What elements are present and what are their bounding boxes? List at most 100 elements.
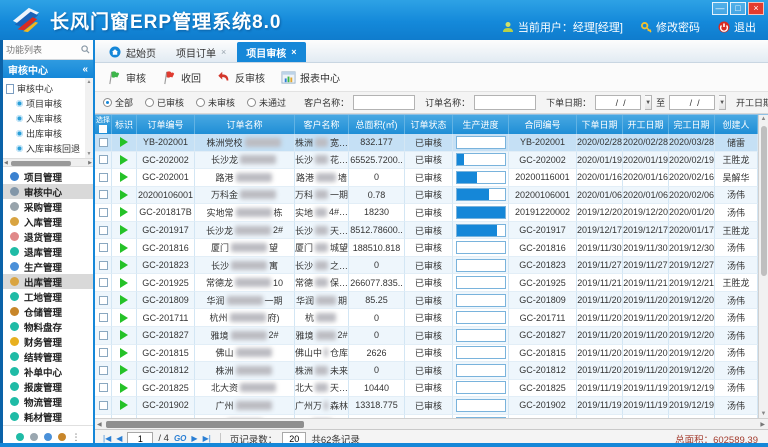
scroll-right-icon[interactable]: ▶	[88, 159, 92, 168]
scroll-up-icon[interactable]: ▲	[87, 79, 92, 85]
column-header-8[interactable]: 合同编号	[509, 115, 577, 134]
row-select-cell[interactable]	[95, 187, 112, 205]
close-button[interactable]: ×	[748, 2, 764, 15]
sidebar-menu-item[interactable]: 耗材管理	[3, 409, 93, 424]
tree-item[interactable]: 项目审核	[6, 96, 85, 111]
scroll-down-icon[interactable]: ▼	[759, 411, 768, 417]
change-password-button[interactable]: 修改密码	[641, 19, 700, 35]
tree-item[interactable]: 出库审核	[6, 126, 85, 141]
order-date-input[interactable]	[595, 95, 641, 110]
row-checkbox[interactable]	[99, 261, 108, 270]
table-row[interactable]: GC-201816 厦门望 厦门城望 188510.818 已审核 GC-201…	[95, 239, 758, 257]
sidebar-menu-item[interactable]: 物料盘存	[3, 319, 93, 334]
row-select-cell[interactable]	[95, 345, 112, 363]
table-row[interactable]: GC-201925 常德龙10 常德保… 266077.835.. 已审核 GC…	[95, 274, 758, 292]
column-header-7[interactable]: 生产进度	[453, 115, 509, 134]
radio-audited[interactable]: 已审核	[145, 96, 184, 109]
grid-horizontal-scrollbar[interactable]: ◀ ▶	[95, 418, 768, 429]
column-header-1[interactable]: 标识	[112, 115, 137, 134]
maximize-button[interactable]: □	[730, 2, 746, 15]
row-checkbox[interactable]	[99, 226, 108, 235]
sidebar-menu-item[interactable]: 退货管理	[3, 229, 93, 244]
table-row[interactable]: YB-202001 株洲党校 株洲宽… 832.177 已审核 YB-20200…	[95, 134, 758, 152]
table-row[interactable]: GC-201815 佛山 佛山中仓库 2626 已审核 GC-201815 20…	[95, 345, 758, 363]
column-header-12[interactable]: 创建人	[715, 115, 758, 134]
tree-vertical-scrollbar[interactable]: ▲ ▼	[85, 78, 93, 158]
scroll-left-icon[interactable]: ◀	[4, 159, 8, 168]
sidebar-menu-item[interactable]: 生产管理	[3, 259, 93, 274]
prev-page-button[interactable]: ◀	[116, 434, 122, 443]
dropdown-icon[interactable]: ▼	[645, 95, 652, 110]
sidebar-menu-item[interactable]: 审核中心	[3, 184, 93, 199]
row-checkbox[interactable]	[99, 278, 108, 287]
table-row[interactable]: GC-201809 华润一期 华润期 85.25 已审核 GC-201809 2…	[95, 292, 758, 310]
row-checkbox[interactable]	[99, 208, 108, 217]
sidebar-menu-item[interactable]: 报废管理	[3, 379, 93, 394]
row-checkbox[interactable]	[99, 313, 108, 322]
tab-home[interactable]: 起始页	[100, 42, 165, 62]
sidebar-footer-icon-2[interactable]	[30, 433, 38, 441]
table-row[interactable]: GC-201917 长沙龙2# 长沙天… 8512.78600.. 已审核 GC…	[95, 222, 758, 240]
radio-icon[interactable]	[196, 98, 205, 107]
row-select-cell[interactable]	[95, 274, 112, 292]
column-header-3[interactable]: 订单名称	[195, 115, 295, 134]
sidebar-footer-icon-1[interactable]	[16, 433, 24, 441]
minimize-button[interactable]: —	[712, 2, 728, 15]
column-header-10[interactable]: 开工日期	[623, 115, 669, 134]
radio-icon[interactable]	[103, 98, 112, 107]
row-checkbox[interactable]	[99, 348, 108, 357]
tree-item[interactable]: 入库审核回退	[6, 141, 85, 156]
row-checkbox[interactable]	[99, 190, 108, 199]
first-page-button[interactable]: |◀	[103, 434, 111, 443]
row-checkbox[interactable]	[99, 155, 108, 164]
tree-item[interactable]: 审核中心	[6, 81, 85, 96]
row-checkbox[interactable]	[99, 296, 108, 305]
retract-button[interactable]: 收回	[162, 70, 201, 85]
go-button[interactable]: GO	[174, 434, 186, 443]
tab-close-icon[interactable]: ×	[221, 47, 226, 57]
grid-vertical-scrollbar[interactable]: ▲ ▼	[758, 115, 768, 418]
sidebar-footer-icon-3[interactable]	[44, 433, 52, 441]
tree-scroll-thumb[interactable]	[11, 161, 71, 166]
sidebar-menu-item[interactable]: 结转管理	[3, 349, 93, 364]
table-row[interactable]: GC-201902 广州 广州万森林 13318.775 已审核 GC-2019…	[95, 397, 758, 415]
table-row[interactable]: GC-202001 路港 路港墙 0 已审核 20200116001 2020/…	[95, 169, 758, 187]
reverse-audit-button[interactable]: 反审核	[217, 70, 265, 85]
table-row[interactable]: GC-201817B 实地常栋 实地4#… 18230 已审核 20191220…	[95, 204, 758, 222]
sidebar-panel-header[interactable]: 审核中心 «	[3, 60, 93, 78]
row-checkbox[interactable]	[99, 331, 108, 340]
tab-project-audit[interactable]: 项目审核 ×	[237, 42, 305, 62]
row-select-cell[interactable]	[95, 362, 112, 380]
column-header-4[interactable]: 客户名称	[295, 115, 349, 134]
row-checkbox[interactable]	[99, 366, 108, 375]
column-header-5[interactable]: 总面积(㎡)	[349, 115, 405, 134]
radio-icon[interactable]	[145, 98, 154, 107]
radio-icon[interactable]	[247, 98, 256, 107]
row-select-cell[interactable]	[95, 292, 112, 310]
sidebar-menu-item[interactable]: 退库管理	[3, 244, 93, 259]
tree-horizontal-scrollbar[interactable]: ◀ ▶	[3, 158, 93, 167]
customer-name-input[interactable]	[353, 95, 415, 110]
row-select-cell[interactable]	[95, 134, 112, 152]
collapse-icon[interactable]: «	[82, 64, 88, 75]
row-checkbox[interactable]	[99, 383, 108, 392]
vertical-scroll-thumb[interactable]	[761, 126, 767, 276]
sidebar-menu-item[interactable]: 仓储管理	[3, 304, 93, 319]
table-row[interactable]: GC-201812 株洲 株洲未来 0 已审核 GC-201812 2019/1…	[95, 362, 758, 380]
row-checkbox[interactable]	[99, 173, 108, 182]
column-header-11[interactable]: 完工日期	[669, 115, 715, 134]
column-header-0[interactable]: 选择	[95, 115, 112, 134]
audit-button[interactable]: 审核	[107, 70, 146, 85]
dropdown-icon[interactable]: ▼	[719, 95, 726, 110]
order-date-to-input[interactable]	[669, 95, 715, 110]
sidebar-footer-icon-4[interactable]	[58, 433, 66, 441]
row-checkbox[interactable]	[99, 243, 108, 252]
column-header-9[interactable]: 下单日期	[577, 115, 623, 134]
sidebar-menu-item[interactable]: 补单中心	[3, 364, 93, 379]
row-select-cell[interactable]	[95, 309, 112, 327]
sidebar-menu-item[interactable]: 物流管理	[3, 394, 93, 409]
column-header-2[interactable]: 订单编号	[137, 115, 195, 134]
table-row[interactable]: GC-201823 长沙寓 长沙之… 0 已审核 GC-201823 2019/…	[95, 257, 758, 275]
row-select-cell[interactable]	[95, 380, 112, 398]
table-row[interactable]: GC-201711 杭州府) 杭 0 已审核 GC-201711 2019/11…	[95, 309, 758, 327]
